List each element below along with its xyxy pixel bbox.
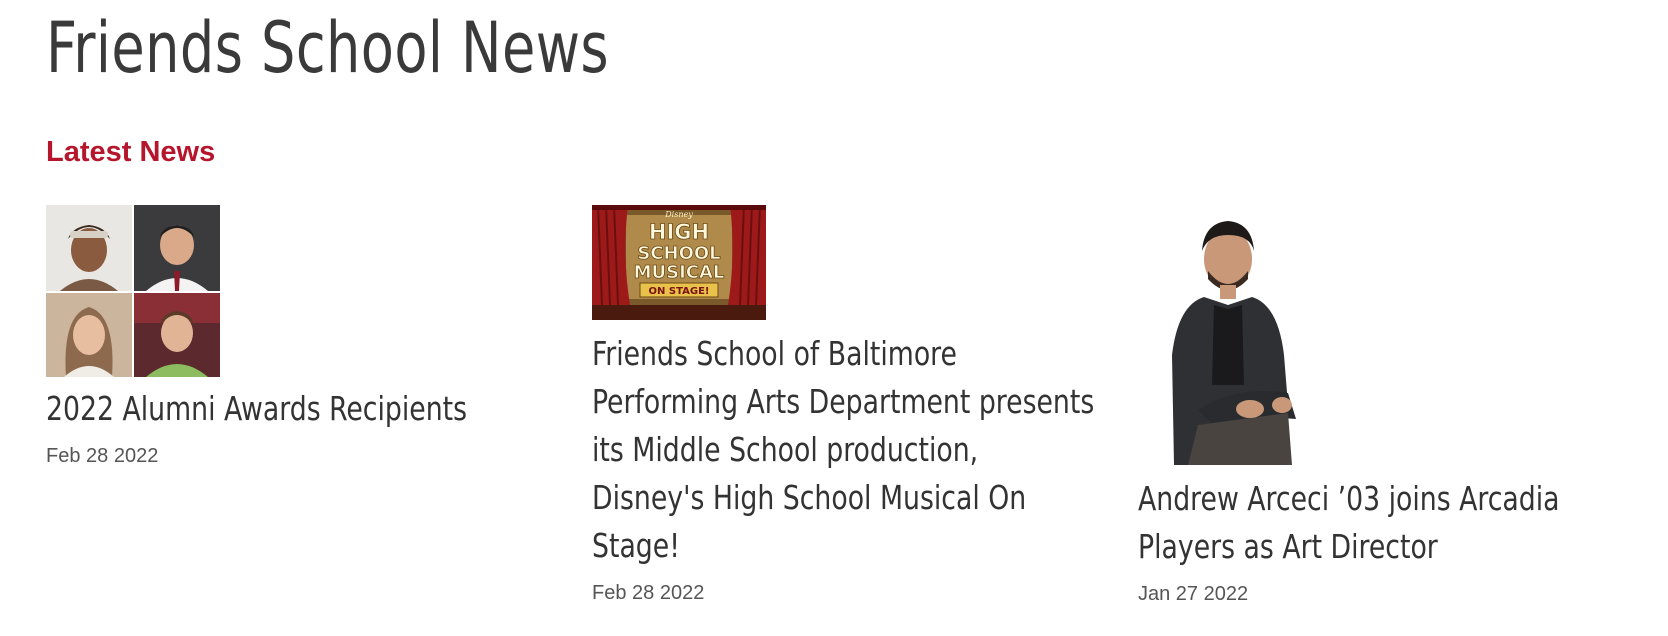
arceci-portrait-image[interactable] — [1138, 205, 1312, 465]
news-card-date: Feb 28 2022 — [592, 582, 705, 604]
news-card-link[interactable]: Disney HIGH SCHOOL MUSICAL ON STAGE! Fri… — [592, 205, 1112, 570]
news-card-link[interactable]: Andrew Arceci ’03 joins Arcadia Players … — [1138, 205, 1658, 571]
poster-title-line: MUSICAL — [634, 262, 725, 283]
news-card: 2022 Alumni Awards Recipients Feb 28 202… — [46, 205, 566, 468]
poster-banner-text: ON STAGE! — [649, 286, 710, 297]
news-card-title-text[interactable]: 2022 Alumni Awards Recipients — [46, 385, 550, 433]
latest-news-heading: Latest News — [46, 136, 216, 168]
news-card-date: Feb 28 2022 — [46, 445, 159, 467]
musical-poster-image[interactable]: Disney HIGH SCHOOL MUSICAL ON STAGE! — [592, 205, 766, 320]
news-card-title[interactable]: 2022 Alumni Awards Recipients — [46, 385, 566, 433]
news-card-title-text[interactable]: Andrew Arceci ’03 joins Arcadia Players … — [1138, 475, 1642, 571]
news-card-date: Jan 27 2022 — [1138, 583, 1249, 605]
page-title: Friends School News — [46, 7, 610, 89]
news-card-title[interactable]: Andrew Arceci ’03 joins Arcadia Players … — [1138, 475, 1658, 571]
news-card: Disney HIGH SCHOOL MUSICAL ON STAGE! Fri… — [592, 205, 1112, 605]
poster-title-line: SCHOOL — [637, 243, 720, 264]
poster-brand-text: Disney — [664, 210, 693, 219]
news-card: Andrew Arceci ’03 joins Arcadia Players … — [1138, 205, 1658, 606]
alumni-collage-image[interactable] — [46, 205, 220, 377]
news-card-title-text[interactable]: Friends School of Baltimore Performing A… — [592, 330, 1096, 570]
news-card-link[interactable]: 2022 Alumni Awards Recipients — [46, 205, 566, 433]
poster-title-line: HIGH — [649, 220, 709, 244]
news-card-title[interactable]: Friends School of Baltimore Performing A… — [592, 330, 1112, 570]
